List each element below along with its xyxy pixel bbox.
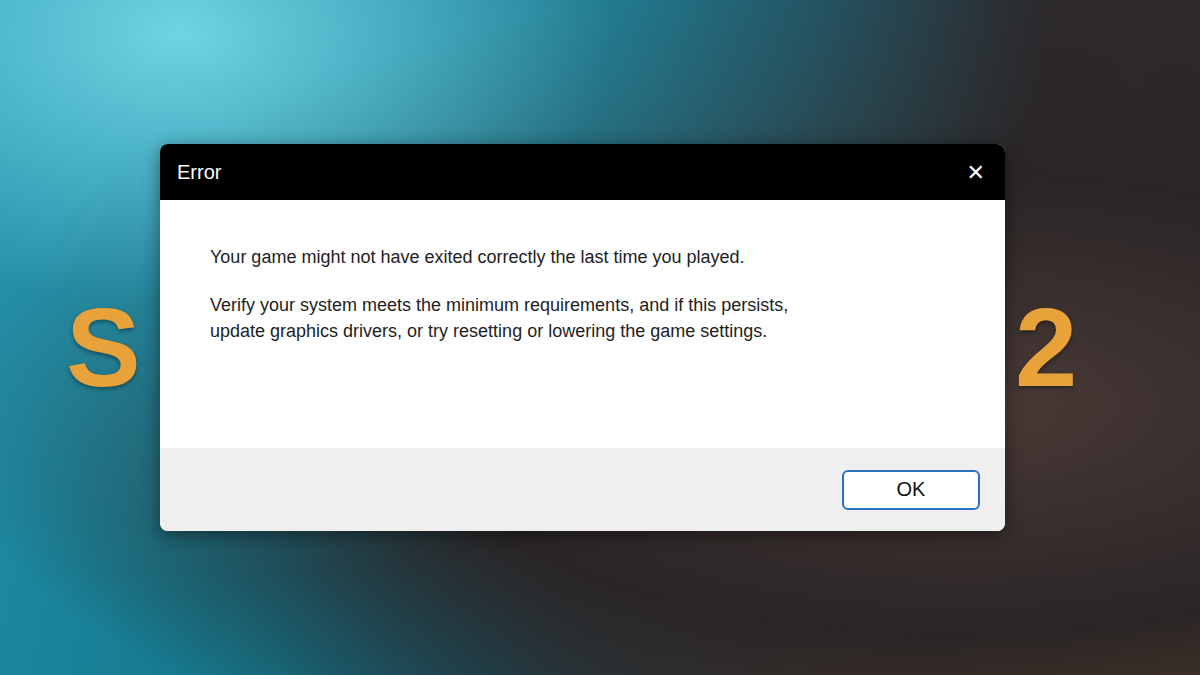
error-dialog: Error ✕ Your game might not have exited co… xyxy=(160,144,1005,531)
dialog-footer: OK xyxy=(160,448,1005,531)
message-line: Your game might not have exited correctl… xyxy=(210,244,975,270)
message-line: Verify your system meets the minimum req… xyxy=(210,292,975,318)
message-paragraph: Verify your system meets the minimum req… xyxy=(210,292,975,344)
dialog-title-bar: Error ✕ xyxy=(160,144,1005,200)
ok-button[interactable]: OK xyxy=(842,470,980,510)
dialog-title: Error xyxy=(177,161,221,184)
message-paragraph: Your game might not have exited correctl… xyxy=(210,244,975,270)
game-logo-right: 2 xyxy=(1015,272,1077,404)
game-logo-left: S xyxy=(66,272,160,404)
dialog-body: Your game might not have exited correctl… xyxy=(160,200,1005,448)
close-button[interactable]: ✕ xyxy=(957,154,995,191)
game-screen: S Error ✕ Your game might not have exited c… xyxy=(0,0,1200,675)
message-line: update graphics drivers, or try resettin… xyxy=(210,318,975,344)
